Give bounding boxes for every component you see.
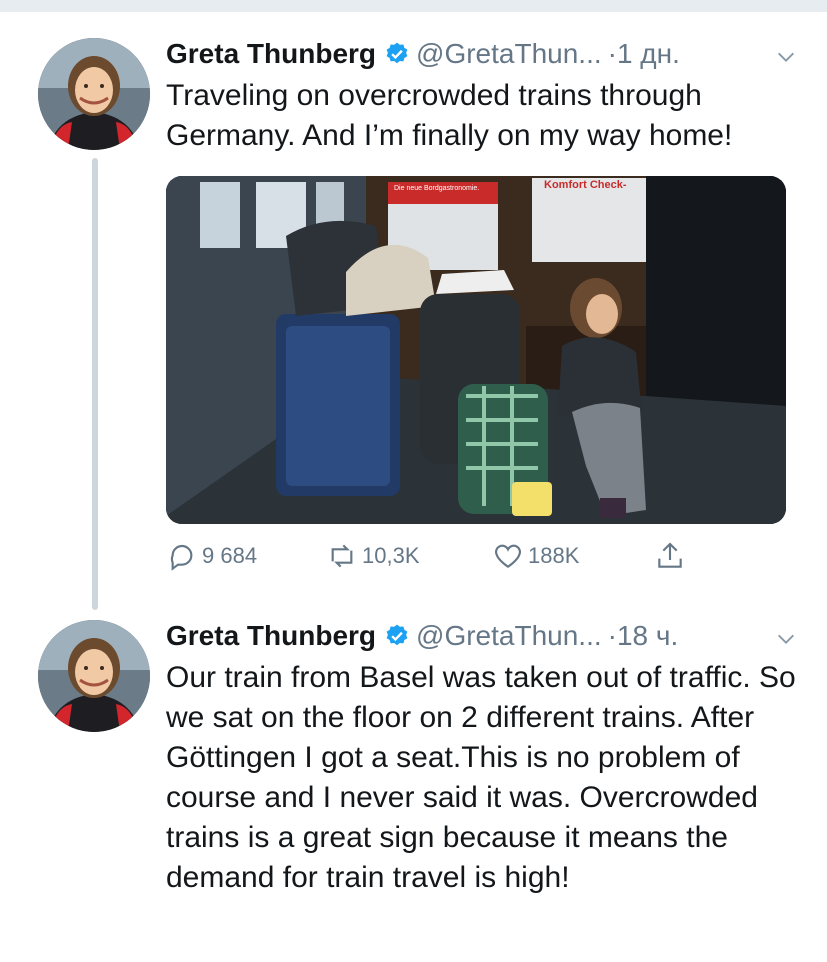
tweet-timestamp[interactable]: ·1 дн.	[608, 38, 680, 70]
share-icon	[658, 542, 682, 568]
like-button[interactable]: 188K	[492, 540, 579, 572]
reply-count: 9 684	[202, 543, 258, 568]
retweet-icon	[331, 544, 353, 568]
author-name[interactable]: Greta Thunberg	[166, 38, 376, 70]
heart-icon	[495, 544, 521, 568]
author-handle[interactable]: @GretaThun...	[416, 38, 602, 70]
avatar[interactable]	[38, 620, 150, 732]
sign-text-2: Komfort Check-	[544, 179, 627, 191]
author-handle[interactable]: @GretaThun...	[416, 620, 602, 652]
reply-button[interactable]: 9 684	[166, 540, 257, 572]
share-button[interactable]	[654, 540, 690, 572]
tweet-timestamp[interactable]: ·18 ч.	[608, 620, 679, 652]
reply-icon	[170, 544, 193, 571]
tweet-text: Our train from Basel was taken out of tr…	[166, 661, 796, 894]
top-divider	[0, 0, 827, 12]
retweet-button[interactable]: 10,3K	[326, 540, 420, 572]
tweet-text: Traveling on overcrowded trains through …	[166, 79, 733, 152]
tweet-actions: 9 684 10,3K 188K	[166, 540, 706, 580]
chevron-down-icon[interactable]	[775, 625, 797, 647]
tweet-photo[interactable]: Die neue Bordgastronomie. Komfort Check-	[166, 176, 786, 524]
thread-connector-line	[92, 158, 98, 610]
avatar[interactable]	[38, 38, 150, 150]
retweet-count: 10,3K	[362, 543, 420, 568]
chevron-down-icon[interactable]	[775, 43, 797, 65]
like-count: 188K	[528, 543, 580, 568]
sign-text-1: Die neue Bordgastronomie.	[394, 185, 479, 192]
verified-badge-icon	[384, 41, 410, 67]
verified-badge-icon	[384, 623, 410, 649]
author-name[interactable]: Greta Thunberg	[166, 620, 376, 652]
